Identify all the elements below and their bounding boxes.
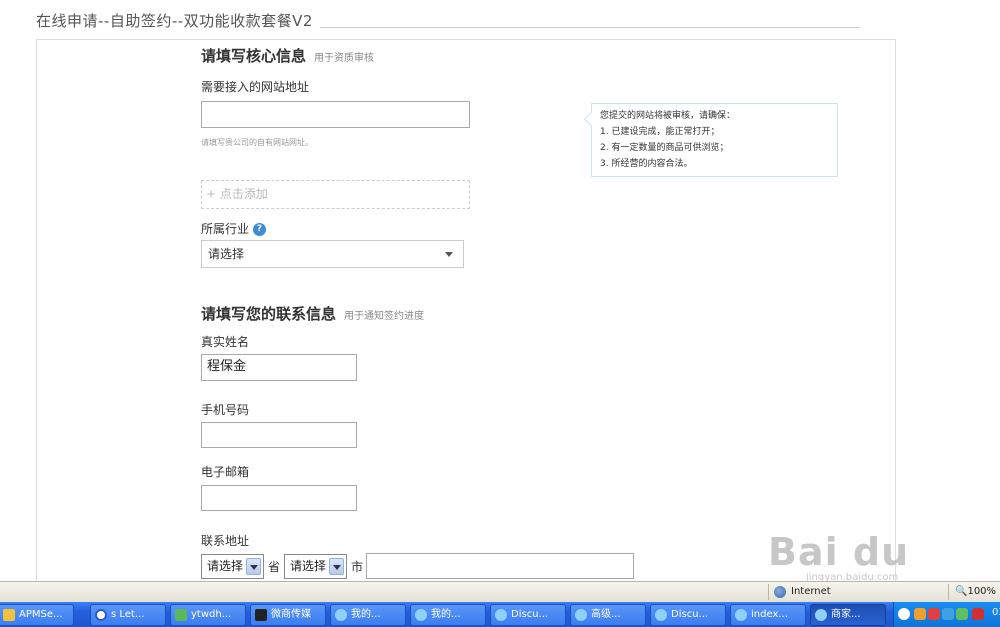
taskbar-item-label: 我的...: [351, 609, 381, 620]
tip-line: 您提交的网站将被审核，请确保：: [600, 111, 736, 121]
tray-app-icon[interactable]: [914, 608, 926, 620]
tray-app-icon[interactable]: [942, 608, 954, 620]
chevron-down-icon[interactable]: [246, 558, 261, 575]
province-select[interactable]: 请选择: [201, 554, 264, 579]
security-zone[interactable]: Internet: [768, 584, 831, 600]
city-unit: 市: [351, 560, 364, 574]
taskbar-item[interactable]: 微商传媒: [250, 604, 326, 626]
taskbar-item-active[interactable]: 商家...: [810, 604, 886, 626]
industry-select[interactable]: 请选择: [201, 240, 464, 268]
title-divider: [320, 27, 860, 28]
ie-icon: [655, 609, 667, 621]
tip-box: 您提交的网站将被审核，请确保： 1. 已建设完成，能正常打开； 2. 有一定数量…: [583, 103, 838, 177]
taskbar-item-label: ytwdh...: [191, 609, 232, 620]
zoom-icon: 🔍: [955, 586, 968, 597]
zoom-level[interactable]: 🔍100%: [948, 584, 996, 600]
taskbar-item-label: APMSe...: [19, 609, 63, 620]
taskbar-item[interactable]: 我的...: [330, 604, 406, 626]
app-icon: [95, 609, 107, 621]
leaf-icon: [175, 609, 187, 621]
industry-label-row: 所属行业?: [201, 220, 267, 237]
core-section-title: 请填写核心信息: [201, 47, 307, 65]
tray-app-icon[interactable]: [928, 608, 940, 620]
taskbar-item[interactable]: s Let...: [90, 604, 166, 626]
system-tray: 03: [893, 602, 1000, 627]
globe-icon: [774, 586, 786, 598]
city-select-value: 请选择: [290, 559, 327, 573]
taskbar-item[interactable]: APMSe...: [0, 604, 74, 626]
browser-status-bar: Internet 🔍100%: [0, 581, 1000, 602]
taskbar-item[interactable]: Discu...: [490, 604, 566, 626]
ie-icon: [735, 609, 747, 621]
taskbar-item-label: index...: [751, 609, 788, 620]
taskbar-item-label: Discu...: [511, 609, 549, 620]
industry-label: 所属行业: [201, 222, 250, 236]
core-section-heading: 请填写核心信息 用于资质审核: [201, 45, 374, 66]
ie-icon: [335, 609, 347, 621]
taskbar-item[interactable]: 我的...: [410, 604, 486, 626]
chevron-down-icon: [445, 252, 453, 257]
tip-line: 3. 所经营的内容合法。: [600, 159, 693, 169]
ie-icon: [495, 609, 507, 621]
contact-section-title: 请填写您的联系信息: [201, 305, 337, 323]
province-select-value: 请选择: [207, 559, 244, 573]
baidu-watermark: Bai du 经验 jingyan.baidu.com: [760, 520, 950, 627]
media-icon: [255, 609, 267, 621]
email-input[interactable]: [201, 485, 357, 511]
website-label: 需要接入的网站地址: [201, 80, 310, 94]
taskbar-item-label: s Let...: [111, 609, 145, 620]
contact-section-note: 用于通知签约进度: [344, 311, 425, 322]
core-section-note: 用于资质审核: [314, 53, 375, 64]
taskbar-item-label: 高级...: [591, 609, 621, 620]
street-address-input[interactable]: [366, 553, 634, 579]
page-title: 在线申请--自助签约--双功能收款套餐V2: [36, 12, 313, 30]
clock[interactable]: 03: [992, 607, 1000, 618]
taskbar-item[interactable]: ytwdh...: [170, 604, 246, 626]
province-unit: 省: [268, 560, 281, 574]
tip-line: 1. 已建设完成，能正常打开；: [600, 127, 720, 137]
security-zone-label: Internet: [791, 586, 831, 597]
tip-line: 2. 有一定数量的商品可供浏览；: [600, 143, 729, 153]
name-label: 真实姓名: [201, 335, 250, 349]
taskbar: APMSe... s Let... ytwdh... 微商传媒 我的... 我的…: [0, 602, 1000, 627]
shield-icon[interactable]: [972, 608, 984, 620]
chevron-down-icon[interactable]: [329, 558, 344, 575]
taskbar-item-label: Discu...: [671, 609, 709, 620]
industry-select-value: 请选择: [208, 247, 245, 261]
taskbar-item[interactable]: index...: [730, 604, 806, 626]
taskbar-item[interactable]: Discu...: [650, 604, 726, 626]
ie-icon: [815, 609, 827, 621]
add-website-button[interactable]: + 点击添加: [201, 180, 470, 209]
name-input[interactable]: 程保金: [201, 354, 357, 381]
ie-icon: [575, 609, 587, 621]
address-label: 联系地址: [201, 534, 250, 548]
tray-app-icon[interactable]: [956, 608, 968, 620]
taskbar-item[interactable]: 高级...: [570, 604, 646, 626]
help-icon[interactable]: ?: [253, 223, 267, 236]
phone-input[interactable]: [201, 422, 357, 448]
website-input[interactable]: [201, 101, 470, 128]
taskbar-item-label: 商家...: [831, 609, 861, 620]
taskbar-item-label: 我的...: [431, 609, 461, 620]
phone-label: 手机号码: [201, 403, 250, 417]
city-select[interactable]: 请选择: [284, 554, 347, 579]
email-label: 电子邮箱: [201, 465, 250, 479]
tray-arrow-icon[interactable]: [898, 608, 910, 620]
contact-section-heading: 请填写您的联系信息 用于通知签约进度: [201, 303, 424, 324]
ie-icon: [415, 609, 427, 621]
taskbar-item-label: 微商传媒: [271, 609, 311, 620]
folder-icon: [3, 609, 15, 621]
zoom-value: 100%: [967, 586, 997, 597]
website-hint: 请填写贵公司的自有网站网址。: [201, 138, 313, 147]
